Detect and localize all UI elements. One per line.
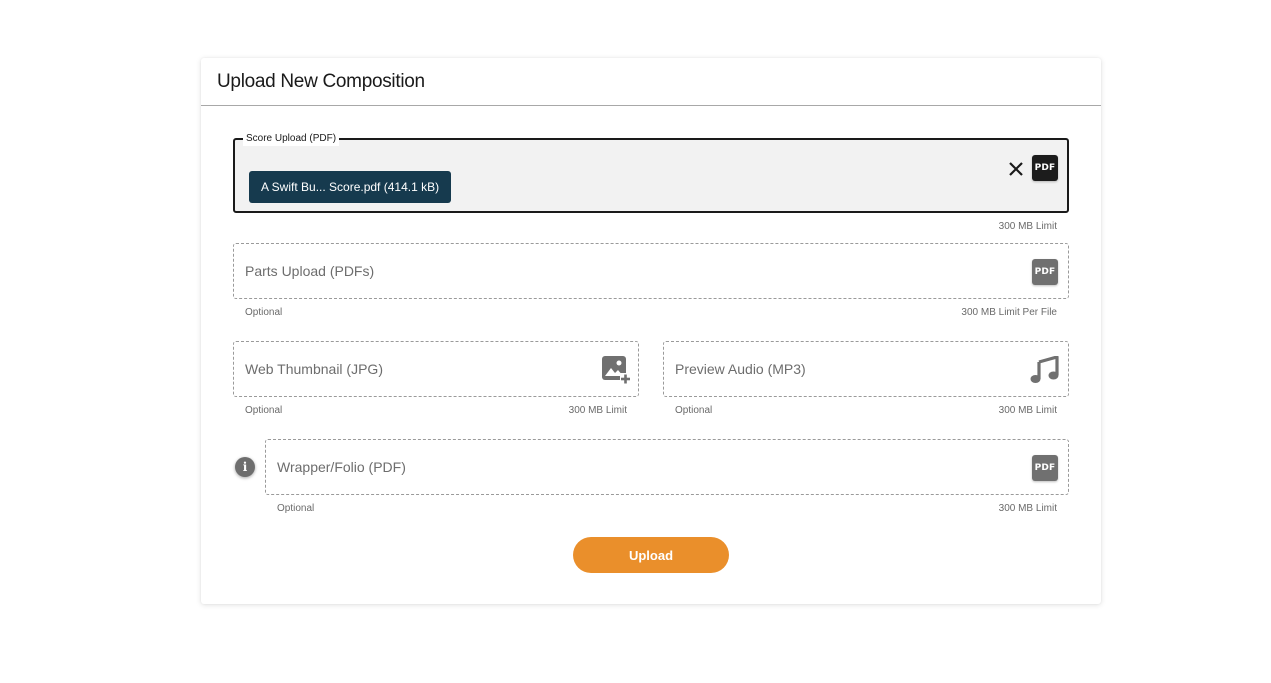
parts-upload-label: Parts Upload (PDFs)	[245, 263, 375, 279]
wrapper-folio-label: Wrapper/Folio (PDF)	[277, 459, 406, 475]
preview-audio-field[interactable]: Preview Audio (MP3)	[663, 341, 1069, 397]
pdf-icon: PDF	[1032, 259, 1058, 285]
score-file-chip[interactable]: A Swift Bu... Score.pdf (414.1 kB)	[249, 171, 452, 203]
add-image-icon	[601, 355, 631, 385]
score-upload-field[interactable]: Score Upload (PDF) A Swift Bu... Score.p…	[233, 132, 1069, 213]
parts-upload-field[interactable]: Parts Upload (PDFs) PDF	[233, 243, 1069, 299]
parts-upload-optional: Optional	[245, 307, 283, 318]
pdf-icon: PDF	[1032, 455, 1058, 481]
upload-composition-dialog: Upload New Composition Score Upload (PDF…	[201, 58, 1101, 604]
wrapper-folio-field[interactable]: Wrapper/Folio (PDF) PDF	[265, 439, 1069, 495]
web-thumbnail-limit: 300 MB Limit	[568, 405, 627, 416]
preview-audio-limit: 300 MB Limit	[998, 405, 1057, 416]
music-note-icon	[1030, 355, 1060, 384]
score-upload-legend: Score Upload (PDF)	[243, 132, 340, 146]
info-icon[interactable]: i	[235, 457, 255, 477]
web-thumbnail-field[interactable]: Web Thumbnail (JPG)	[233, 341, 639, 397]
preview-audio-label: Preview Audio (MP3)	[675, 361, 806, 377]
pdf-icon: PDF	[1032, 155, 1058, 181]
wrapper-folio-optional: Optional	[277, 503, 315, 514]
score-upload-limit: 300 MB Limit	[998, 221, 1057, 232]
dialog-title: Upload New Composition	[217, 70, 425, 92]
upload-button[interactable]: Upload	[573, 537, 729, 573]
web-thumbnail-label: Web Thumbnail (JPG)	[245, 361, 383, 377]
wrapper-folio-limit: 300 MB Limit	[998, 503, 1057, 514]
dialog-header: Upload New Composition	[201, 58, 1101, 106]
preview-audio-optional: Optional	[675, 405, 713, 416]
web-thumbnail-optional: Optional	[245, 405, 283, 416]
parts-upload-limit: 300 MB Limit Per File	[961, 307, 1057, 318]
close-icon[interactable]	[1005, 158, 1027, 180]
